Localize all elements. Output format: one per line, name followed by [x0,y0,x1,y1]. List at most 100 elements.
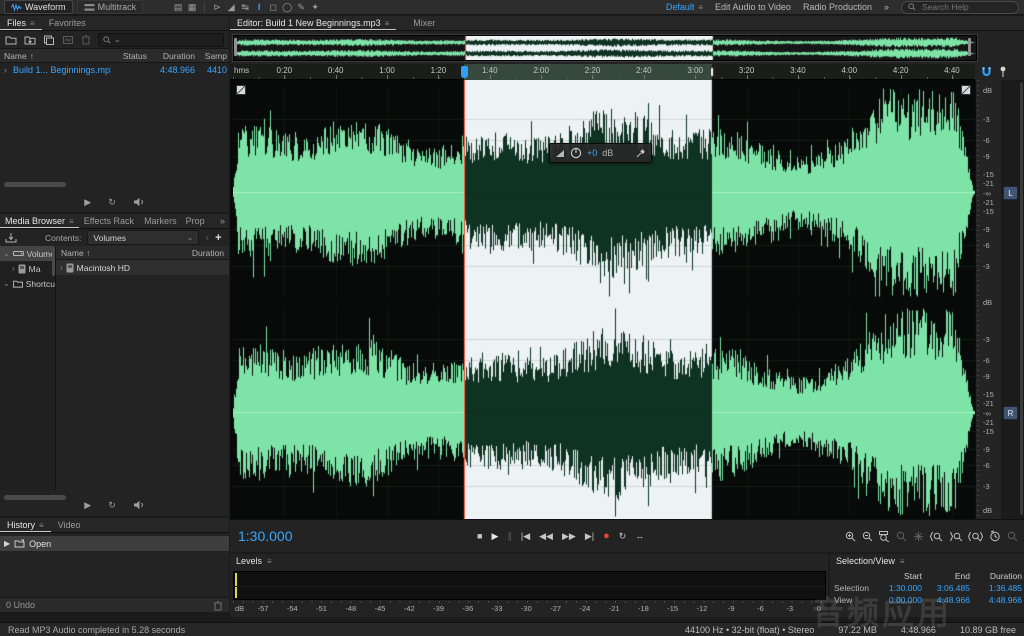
spot-healing-tool-icon[interactable]: ✦ [308,0,322,14]
selection-end-handle[interactable] [710,67,714,77]
panel-menu-icon[interactable]: ≡ [30,19,35,28]
channel-right-badge[interactable]: R [1003,406,1018,420]
spectral-display-view-icon[interactable]: ▦ [185,0,199,14]
vertical-zoom-scrollbar[interactable] [1019,80,1024,519]
media-list-row-macintosh-hd[interactable]: › Macintosh HD [56,260,229,275]
file-row[interactable]: › Build 1... Beginnings.mp3 4:48.966 441… [0,63,229,77]
view-duration-value[interactable]: 4:48.966 [970,595,1022,605]
history-item-open[interactable]: ▶ Open [0,536,229,551]
add-shortcut-button[interactable]: + [215,232,221,244]
marker-pin-icon[interactable] [999,66,1007,78]
overview-right-handle[interactable] [968,38,971,56]
paintbrush-tool-icon[interactable]: ✎ [294,0,308,14]
tab-video[interactable]: Video [51,518,88,532]
help-search-input[interactable] [920,1,1004,13]
overview-waveform[interactable] [233,35,977,61]
tab-files[interactable]: Files ≡ [0,16,42,30]
view-end-value[interactable]: 4:48.966 [922,595,970,605]
files-column-header[interactable]: Name ↑ Status Duration Samp [0,48,229,63]
hud-pin-icon[interactable] [636,148,646,158]
extract-audio-icon[interactable] [62,35,74,45]
waveform-editor-view-icon[interactable]: ▤ [171,0,185,14]
import-into-files-icon[interactable] [5,232,17,243]
workspace-menu-icon[interactable]: ≡ [698,3,703,12]
tab-effects-rack[interactable]: Effects Rack [79,214,139,228]
files-search-box[interactable]: ⌄ [98,32,224,47]
zoom-out-full-button[interactable] [896,531,907,542]
gain-knob-icon[interactable] [570,147,582,159]
overview-left-handle[interactable] [234,38,237,56]
levels-header[interactable]: Levels ≡ [230,554,828,568]
workspace-edit-audio-to-video[interactable]: Edit Audio to Video [715,2,791,12]
tab-history[interactable]: History ≡ [0,518,51,532]
preview-play-button[interactable]: ▶ [84,197,91,208]
zoom-out-button[interactable] [862,531,873,542]
preview-loop-button[interactable]: ↻ [108,500,116,511]
selection-view-header[interactable]: Selection/View ≡ [830,554,1024,568]
time-selection-tool-icon[interactable]: I [252,0,266,14]
zoom-in-button[interactable] [845,531,856,542]
files-search-input[interactable] [123,33,198,46]
open-file-icon[interactable] [5,35,17,45]
tabs-overflow-chevrons[interactable]: » [220,216,229,226]
tab-favorites[interactable]: Favorites [42,16,93,30]
panel-menu-icon[interactable]: ≡ [39,521,44,530]
marquee-selection-tool-icon[interactable]: ◻ [266,0,280,14]
time-display[interactable]: 1:30.000 [238,528,293,544]
zoom-history-button[interactable] [989,530,1001,542]
zoom-selection-horizontal-button[interactable] [968,531,983,542]
fast-forward-button[interactable]: ▶▶ [562,531,576,542]
tab-properties[interactable]: Prop [182,214,209,228]
waveform-view-button[interactable]: Waveform [4,0,73,14]
lasso-selection-tool-icon[interactable]: ◯ [280,0,294,14]
trash-icon[interactable] [81,34,91,45]
zoom-in-left-edge-button[interactable] [930,531,943,542]
import-file-icon[interactable] [24,35,36,45]
preview-loop-button[interactable]: ↻ [108,197,116,208]
selection-end-value[interactable]: 3:06.485 [922,583,970,593]
tab-markers[interactable]: Markers [139,214,182,228]
files-horizontal-scrollbar[interactable] [4,182,66,187]
tab-editor[interactable]: Editor: Build 1 New Beginnings.mp3 ≡ [230,16,396,30]
hud-gain-value[interactable]: +0 [587,148,597,158]
tab-media-browser[interactable]: Media Browser ≡ [0,214,79,228]
volume-hud[interactable]: +0 dB [549,143,652,163]
workspace-default-button[interactable]: Default [666,2,695,12]
playhead-marker[interactable] [461,66,468,78]
chevron-right-icon[interactable]: › [12,264,15,273]
tree-item-shortcuts[interactable]: ⌄ Shortcu [0,276,55,291]
stop-button[interactable]: ■ [477,531,482,541]
zoom-to-selection-button[interactable] [879,530,890,542]
time-ruler[interactable]: hms 0:20 0:40 1:00 1:20 1:40 2:00 2:20 2:40 3:00… [230,63,1024,80]
skip-to-start-button[interactable]: |◀ [521,531,530,542]
preview-play-button[interactable]: ▶ [84,500,91,511]
tree-item-volumes[interactable]: ⌄ Volume [0,246,55,261]
workspace-radio-production[interactable]: Radio Production [803,2,872,12]
tab-mixer[interactable]: Mixer [406,16,442,30]
chevron-down-icon[interactable]: ⌄ [3,279,10,288]
search-dropdown-icon[interactable]: ⌄ [114,35,121,44]
panel-menu-icon[interactable]: ≡ [267,557,272,566]
auto-play-speaker-icon[interactable] [133,197,145,207]
auto-play-speaker-icon[interactable] [133,500,145,510]
pause-button[interactable]: ∥ [507,531,512,542]
view-start-value[interactable]: 0:00.000 [876,595,922,605]
amplitude-ruler[interactable]: dB dB dB -3 -3 -6 -6 -9 -9 -15 -15 -21 -21 -∞ -3 -3 -6 -6… [975,80,1001,519]
back-arrow-button[interactable]: ‹ [205,232,209,244]
panel-menu-icon[interactable]: ≡ [900,557,905,566]
play-button[interactable]: ▶ [491,531,498,542]
rewind-button[interactable]: ◀◀ [539,531,553,542]
tree-item-macintosh-hd[interactable]: › Ma [0,261,55,276]
expand-chevron-icon[interactable]: › [4,65,7,75]
fade-out-handle[interactable] [961,85,971,95]
move-tool-icon[interactable]: ⊳ [210,0,224,14]
new-file-icon[interactable] [43,35,55,45]
skip-to-end-button[interactable]: ▶| [585,531,594,542]
panel-menu-icon[interactable]: ≡ [69,217,74,226]
multitrack-view-button[interactable]: Multitrack [76,0,144,14]
snap-magnet-icon[interactable] [981,66,992,77]
razor-tool-icon[interactable]: ◢ [224,0,238,14]
help-search-box[interactable] [901,0,1019,14]
selection-start-value[interactable]: 1:30.000 [876,583,922,593]
selection-duration-value[interactable]: 1:36.485 [970,583,1022,593]
